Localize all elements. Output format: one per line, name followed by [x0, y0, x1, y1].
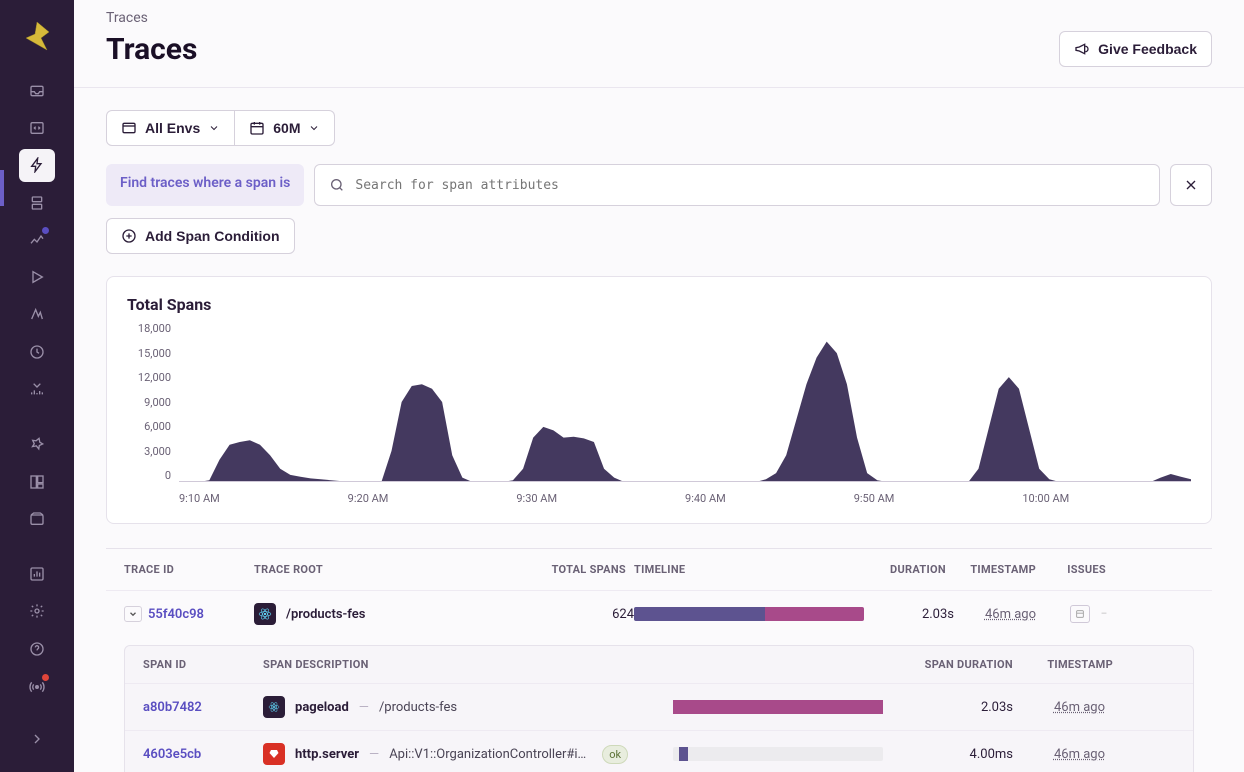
y-axis: 18,00015,00012,0009,0006,0003,0000	[127, 322, 171, 482]
trace-root-cell: /products-fes	[254, 603, 534, 625]
sidebar-item-docs[interactable]	[19, 502, 55, 535]
clear-search-button[interactable]	[1170, 164, 1212, 206]
span-timestamp-cell: 46m ago	[1023, 700, 1113, 715]
sidebar-active-indicator	[0, 170, 4, 206]
table-header-row: TRACE ID TRACE ROOT TOTAL SPANS TIMELINE…	[106, 549, 1212, 590]
span-duration-cell: 4.00ms	[893, 747, 1013, 762]
span-duration-cell: 2.03s	[893, 700, 1013, 715]
calendar-icon	[249, 120, 265, 136]
sidebar-item-releases[interactable]	[19, 186, 55, 219]
chevron-down-icon	[208, 122, 220, 134]
sidebar-item-replay[interactable]	[19, 261, 55, 294]
issue-indicator[interactable]	[1070, 605, 1090, 623]
give-feedback-button[interactable]: Give Feedback	[1059, 31, 1212, 67]
span-description-cell: pageload — /products-fes	[263, 696, 663, 718]
span-timestamp-cell: 46m ago	[1023, 747, 1113, 762]
sidebar-item-metrics[interactable]	[19, 223, 55, 256]
filter-bar: All Envs 60M	[106, 110, 1212, 146]
env-filter[interactable]: All Envs	[106, 110, 235, 146]
span-id-cell[interactable]: 4603e5cb	[143, 747, 253, 762]
issues-cell: –	[1044, 605, 1114, 623]
timeline-bar	[634, 607, 864, 621]
timestamp-cell: 46m ago	[954, 607, 1044, 622]
traces-table: TRACE ID TRACE ROOT TOTAL SPANS TIMELINE…	[106, 548, 1212, 772]
window-icon	[121, 120, 137, 136]
issue-empty: –	[1094, 605, 1114, 623]
react-icon	[263, 696, 285, 718]
time-filter[interactable]: 60M	[235, 110, 335, 146]
app-logo	[21, 20, 53, 52]
sidebar-item-crons[interactable]	[19, 373, 55, 406]
total-spans-cell: 624	[534, 607, 634, 622]
span-row: a80b7482 pageload — /products-fes 2.03s …	[125, 683, 1193, 730]
span-description-cell: http.server — Api::V1::OrganizationContr…	[263, 743, 663, 765]
table-row: 55f40c98 /products-fes 624 2.03s 46m ago…	[106, 590, 1212, 637]
sidebar-item-activity[interactable]	[19, 335, 55, 368]
search-icon	[329, 177, 345, 193]
sidebar-item-traces[interactable]	[19, 149, 55, 182]
span-row: 4603e5cb http.server — Api::V1::Organiza…	[125, 730, 1193, 772]
close-icon	[1183, 177, 1199, 193]
plus-circle-icon	[121, 228, 137, 244]
span-timeline	[673, 747, 883, 761]
sidebar-item-inbox[interactable]	[19, 74, 55, 107]
span-condition-label: Find traces where a span is	[106, 164, 304, 206]
sidebar-item-alerts[interactable]	[19, 298, 55, 331]
sidebar-item-help[interactable]	[19, 632, 55, 666]
chart-plot[interactable]	[179, 322, 1191, 482]
main-content: Traces Traces Give Feedback All Envs 60M…	[74, 0, 1244, 772]
breadcrumb: Traces	[106, 10, 197, 26]
span-id-cell[interactable]: a80b7482	[143, 700, 253, 715]
sidebar-item-settings[interactable]	[19, 595, 55, 628]
search-row: Find traces where a span is	[106, 164, 1212, 206]
subtable-header-row: SPAN ID SPAN DESCRIPTION SPAN DURATION T…	[125, 646, 1193, 683]
total-spans-chart: Total Spans 18,00015,00012,0009,0006,000…	[106, 276, 1212, 524]
span-timeline	[673, 700, 883, 714]
react-icon	[254, 603, 276, 625]
sidebar-item-code[interactable]	[19, 111, 55, 144]
sidebar-item-broadcast[interactable]	[19, 670, 55, 704]
status-badge: ok	[602, 745, 628, 764]
sidebar-item-pin[interactable]	[19, 428, 55, 461]
duration-cell: 2.03s	[864, 607, 954, 622]
sidebar-item-dashboards[interactable]	[19, 465, 55, 498]
page-title: Traces	[106, 32, 197, 67]
chart-title: Total Spans	[127, 295, 1191, 314]
content-area: All Envs 60M Find traces where a span is	[74, 88, 1244, 772]
ruby-icon	[263, 743, 285, 765]
add-span-condition-button[interactable]: Add Span Condition	[106, 218, 295, 254]
chevron-down-icon	[308, 122, 320, 134]
search-box[interactable]	[314, 164, 1160, 206]
trace-id-cell[interactable]: 55f40c98	[124, 606, 254, 622]
page-header: Traces Traces Give Feedback	[74, 0, 1244, 87]
megaphone-icon	[1074, 41, 1090, 57]
sidebar	[0, 0, 74, 772]
sidebar-item-stats[interactable]	[19, 557, 55, 590]
expand-toggle[interactable]	[124, 606, 142, 622]
x-axis: 9:10 AM9:20 AM9:30 AM9:40 AM9:50 AM10:00…	[127, 486, 1191, 505]
sidebar-collapse-toggle[interactable]	[19, 722, 55, 756]
spans-subtable: SPAN ID SPAN DESCRIPTION SPAN DURATION T…	[124, 645, 1194, 772]
search-input[interactable]	[355, 178, 1145, 193]
